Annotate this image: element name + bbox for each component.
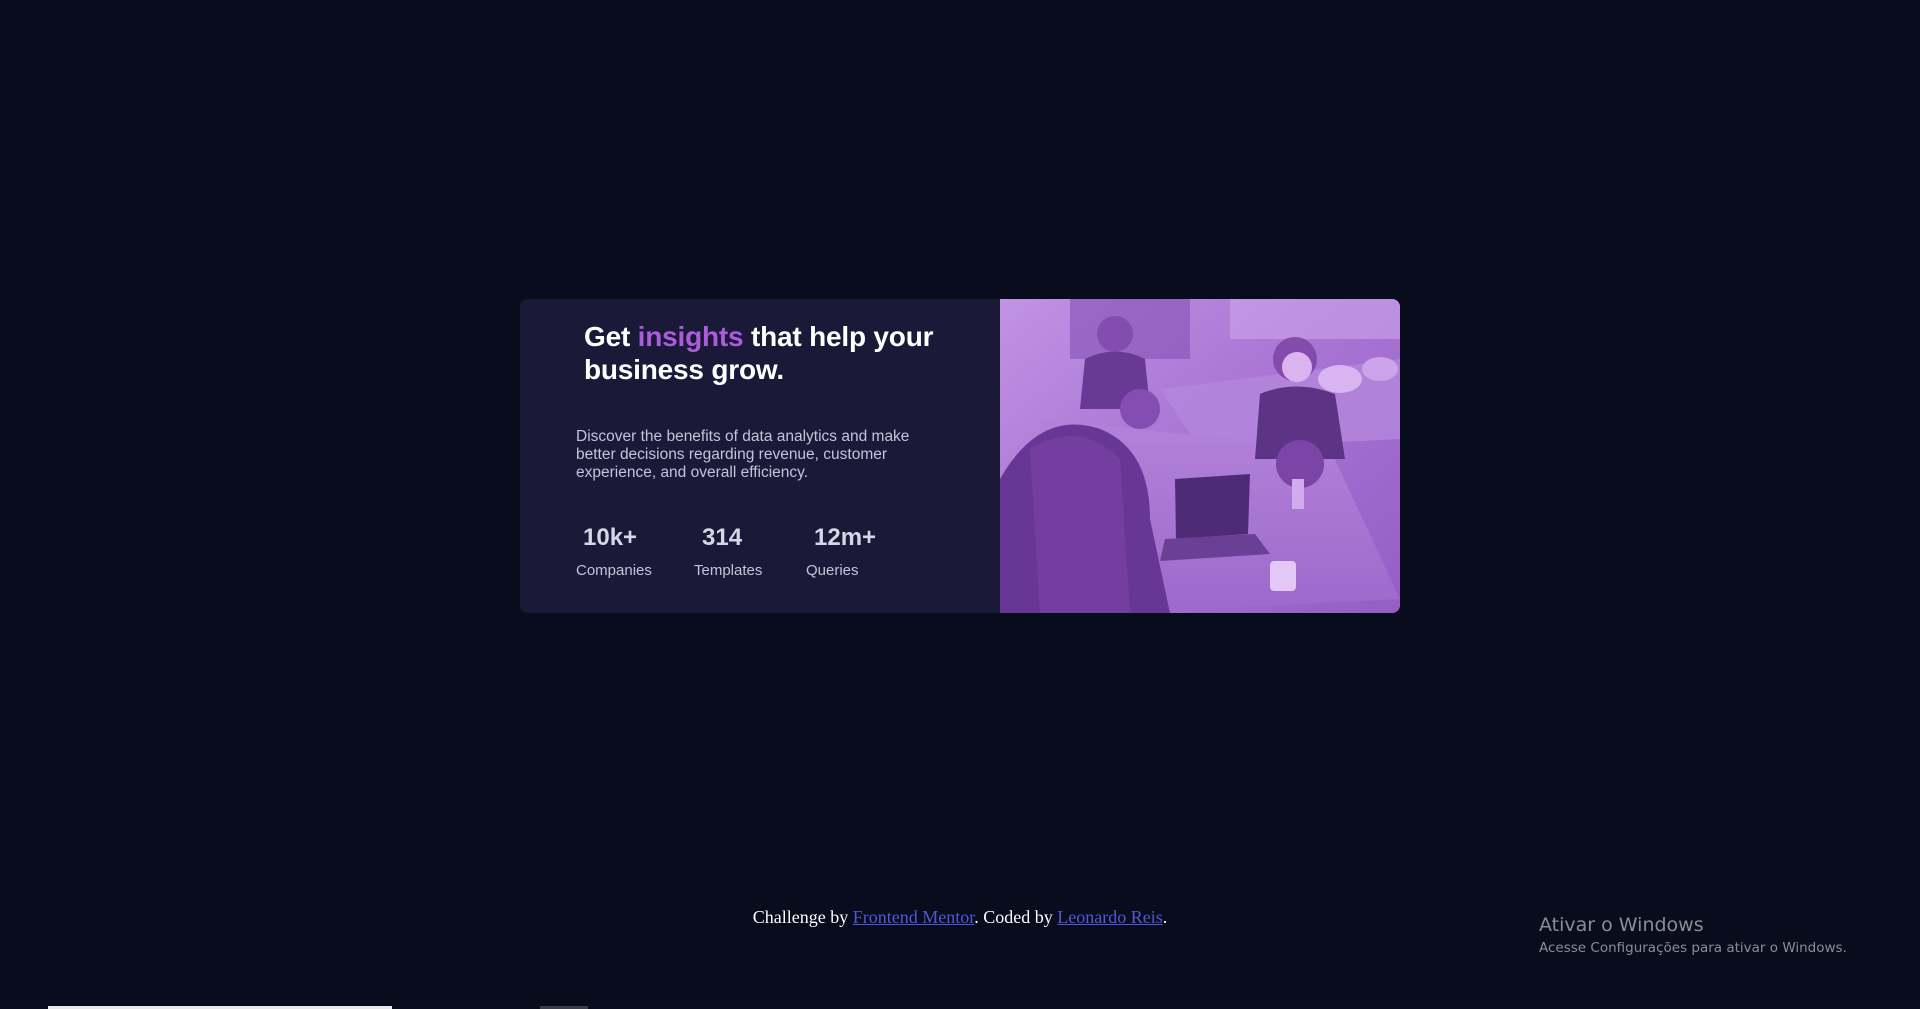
windows-activation-subtitle: Acesse Configurações para ativar o Windo… (1539, 940, 1847, 956)
stat-templates: 314 Templates (694, 524, 806, 580)
windows-activation-title: Ativar o Windows (1539, 914, 1704, 936)
frontend-mentor-link[interactable]: Frontend Mentor (853, 907, 975, 927)
office-photo (1000, 299, 1400, 613)
windows-activation-watermark: Ativar o Windows Acesse Configurações pa… (1539, 913, 1847, 957)
description: Discover the benefits of data analytics … (576, 428, 910, 481)
stat-label: Companies (576, 562, 652, 579)
attribution-middle: . Coded by (974, 907, 1058, 927)
stat-label: Templates (694, 562, 763, 579)
stat-value: 10k+ (583, 524, 638, 551)
stat-queries: 12m+ Queries (806, 524, 876, 580)
office-photo-illustration (1000, 299, 1400, 613)
stat-companies: 10k+ Companies (576, 524, 694, 580)
stats-preview-card: Get insights that help your business gro… (520, 299, 1400, 613)
headline: Get insights that help your business gro… (584, 320, 964, 386)
author-link[interactable]: Leonardo Reis (1057, 907, 1162, 927)
headline-start: Get (584, 321, 638, 352)
stats-row: 10k+ Companies 314 Templates 12m+ Querie… (576, 524, 876, 580)
stat-label: Queries (806, 562, 859, 579)
stat-value: 12m+ (814, 524, 877, 551)
stat-value: 314 (702, 524, 743, 551)
headline-accent: insights (637, 321, 744, 352)
attribution-suffix: . (1162, 907, 1168, 927)
card-text-content: Get insights that help your business gro… (520, 299, 1000, 613)
attribution-prefix: Challenge by (752, 907, 853, 927)
